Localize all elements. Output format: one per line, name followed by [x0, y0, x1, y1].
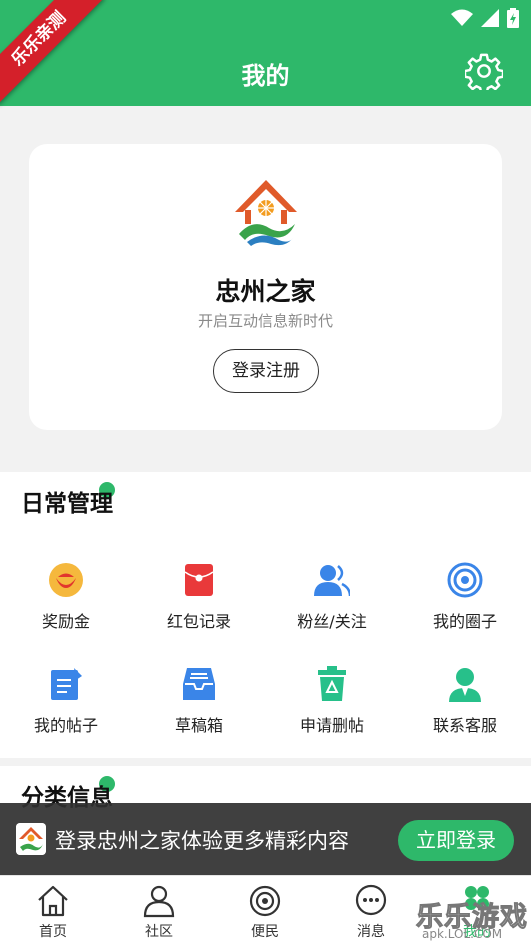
grid-label: 草稿箱	[174, 716, 223, 735]
settings-gear-icon[interactable]	[465, 52, 503, 90]
grid-item-reward[interactable]: 奖励金	[0, 562, 132, 642]
fans-icon	[314, 565, 350, 597]
tab-label: 便民	[251, 924, 279, 940]
tab-label: 首页	[39, 924, 67, 940]
grid-item-fans[interactable]: 粉丝/关注	[266, 562, 398, 642]
wifi-icon	[451, 9, 473, 26]
red-envelope-icon	[184, 564, 214, 596]
circle-icon	[447, 562, 483, 598]
grid-item-delete-request[interactable]: 申请删帖	[266, 666, 398, 746]
grid-label: 我的帖子	[33, 716, 98, 735]
profile-card: 忠州之家 开启互动信息新时代 登录注册	[29, 144, 502, 430]
draft-box-icon	[183, 668, 215, 700]
signal-icon	[481, 9, 499, 27]
tab-home[interactable]: 首页	[0, 876, 106, 945]
grid-item-red-envelope[interactable]: 红包记录	[133, 562, 265, 642]
login-register-button[interactable]: 登录注册	[213, 349, 319, 393]
grid-label: 联系客服	[432, 716, 497, 735]
delete-post-icon	[318, 666, 346, 701]
home-icon	[38, 885, 68, 917]
login-now-button[interactable]: 立即登录	[398, 820, 514, 861]
post-icon	[51, 668, 82, 700]
customer-service-icon	[449, 668, 481, 702]
grid-item-circle[interactable]: 我的圈子	[399, 562, 531, 642]
app-logo-small	[16, 823, 46, 855]
tab-label: 消息	[357, 924, 385, 940]
site-watermark: 乐乐游戏 apk.LOL.COM	[416, 895, 531, 945]
community-icon	[143, 885, 175, 918]
grid-item-my-posts[interactable]: 我的帖子	[0, 666, 132, 746]
login-prompt-banner: 登录忠州之家体验更多精彩内容 立即登录	[0, 803, 531, 875]
app-logo	[235, 180, 297, 246]
grid-label: 红包记录	[166, 612, 231, 631]
page-title: 我的	[241, 62, 290, 90]
daily-management-section: 日常管理 奖励金 红包记录 粉丝/关注 我的圈子 我的帖子 草稿箱 申请删帖 联…	[0, 472, 531, 758]
message-icon	[355, 884, 387, 916]
tab-label: 社区	[145, 924, 173, 940]
app-slogan: 开启互动信息新时代	[197, 312, 333, 330]
banner-text: 登录忠州之家体验更多精彩内容	[55, 829, 349, 853]
battery-icon	[507, 8, 519, 28]
section-title: 日常管理	[21, 491, 113, 517]
status-bar	[451, 8, 519, 28]
tab-convenience[interactable]: 便民	[212, 876, 318, 945]
watermark-url: apk.LOL.COM	[422, 927, 503, 941]
grid-item-drafts[interactable]: 草稿箱	[133, 666, 265, 746]
convenience-icon	[249, 885, 281, 917]
grid-label: 粉丝/关注	[297, 612, 367, 631]
tab-messages[interactable]: 消息	[318, 876, 424, 945]
grid-label: 申请删帖	[299, 716, 364, 735]
grid-item-customer-service[interactable]: 联系客服	[399, 666, 531, 746]
tab-community[interactable]: 社区	[106, 876, 212, 945]
grid-label: 奖励金	[41, 612, 90, 631]
reward-icon	[49, 563, 83, 597]
grid-label: 我的圈子	[432, 612, 497, 631]
app-name: 忠州之家	[215, 277, 316, 306]
